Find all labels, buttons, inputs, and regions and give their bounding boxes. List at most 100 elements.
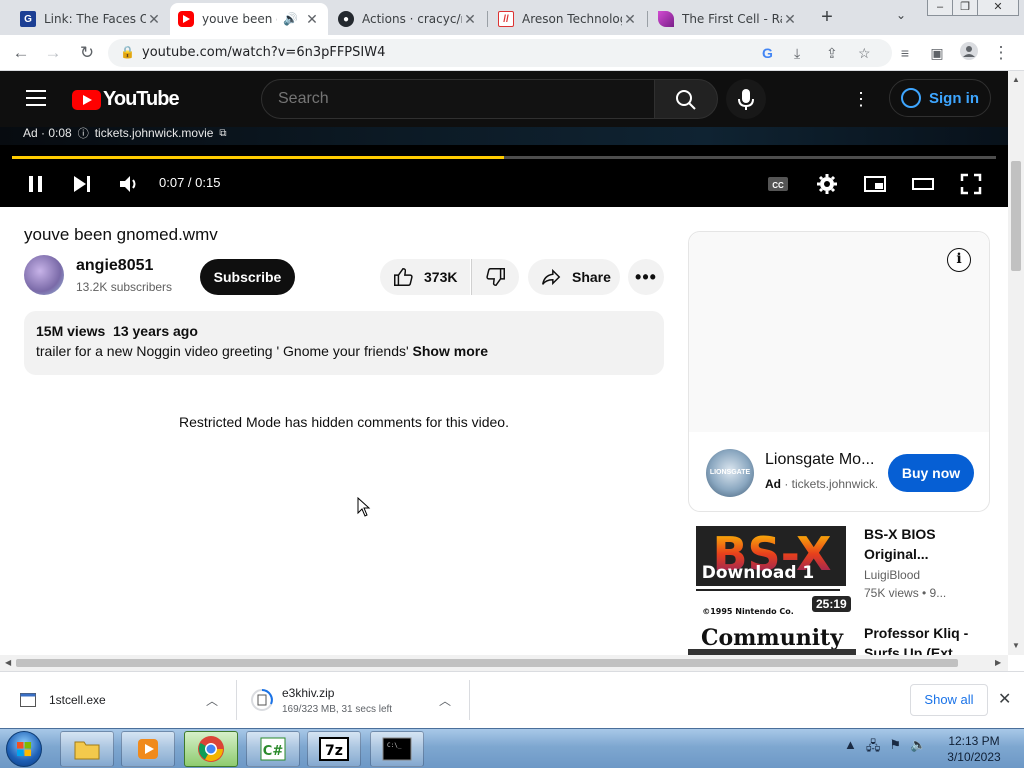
close-window-icon[interactable]: ✕ <box>977 0 1019 16</box>
download-options-chevron-icon[interactable]: ︿ <box>206 692 218 709</box>
start-button[interactable] <box>6 731 42 767</box>
search-button[interactable] <box>654 79 718 119</box>
clock-time: 12:13 PM <box>948 734 1000 748</box>
install-app-icon[interactable]: ⤓ <box>794 45 800 62</box>
close-tab-icon[interactable]: ✕ <box>146 11 162 28</box>
show-hidden-icons-icon[interactable]: ▲ <box>844 737 857 759</box>
ad-badge: Ad · 0:08 ⓘ tickets.johnwick.movie ⧉ <box>23 125 227 141</box>
ad-media-area[interactable] <box>689 232 989 432</box>
chrome-menu-icon[interactable]: ⋮ <box>990 42 1012 64</box>
tab-link-faces[interactable]: G Link: The Faces Of ✕ <box>12 3 170 35</box>
taskbar-explorer[interactable] <box>60 731 114 767</box>
dislike-button[interactable] <box>471 259 519 295</box>
taskbar-media-player[interactable] <box>121 731 175 767</box>
description-box[interactable]: 15M views 13 years ago trailer for a new… <box>24 311 664 375</box>
volume-tray-icon[interactable]: 🔈 <box>910 737 926 759</box>
captions-icon[interactable]: CC <box>766 172 790 196</box>
video-thumbnail[interactable]: Community <box>688 623 856 655</box>
tab-areson[interactable]: // Areson Technology ✕ <box>490 3 646 35</box>
taskbar-7zip[interactable]: 7z <box>307 731 361 767</box>
taskbar-csharp[interactable]: C# <box>246 731 300 767</box>
address-bar[interactable]: 🔒 youtube.com/watch?v=6n3pFFPSIW4 G ⤓ ⇪ … <box>108 39 892 67</box>
network-icon[interactable]: 🖧 <box>866 737 881 759</box>
audio-playing-icon[interactable]: 🔊 <box>283 12 298 26</box>
ad-info-icon[interactable]: ⓘ <box>78 125 89 141</box>
show-all-downloads-button[interactable]: Show all <box>910 684 988 716</box>
tab-github-actions[interactable]: ● Actions · cracyc/m ✕ <box>330 3 486 35</box>
miniplayer-icon[interactable] <box>863 172 887 196</box>
restore-window-icon[interactable]: ❐ <box>952 0 978 16</box>
channel-avatar[interactable] <box>24 255 64 295</box>
reload-icon[interactable]: ↻ <box>76 42 98 64</box>
next-video-icon[interactable] <box>70 172 94 196</box>
fullscreen-icon[interactable] <box>959 172 983 196</box>
advertiser-name[interactable]: Lionsgate Mo... <box>765 451 881 469</box>
progress-bar[interactable] <box>12 156 996 159</box>
more-horizontal-icon: ••• <box>635 266 657 287</box>
close-tab-icon[interactable]: ✕ <box>622 11 638 28</box>
minimize-window-icon[interactable]: – <box>927 0 953 16</box>
recommended-video[interactable]: BS-X Download 1 ©1995 Nintendo Co. 25:19… <box>688 524 998 620</box>
pause-icon[interactable] <box>24 172 48 196</box>
close-tab-icon[interactable]: ✕ <box>462 11 478 28</box>
more-actions-button[interactable]: ••• <box>628 259 664 295</box>
sidebar-ad-card[interactable]: i LIONSGATE Lionsgate Mo... Ad · tickets… <box>688 231 990 512</box>
tab-first-cell[interactable]: The First Cell - Ra ✕ <box>650 3 806 35</box>
back-icon[interactable]: ← <box>10 42 32 64</box>
like-button[interactable]: 373K <box>380 259 470 295</box>
tab-search-chevron-icon[interactable]: ⌄ <box>896 8 906 22</box>
download-item[interactable]: e3khiv.zip 169/323 MB, 31 secs left <box>250 672 460 728</box>
google-lens-icon[interactable]: G <box>762 45 773 61</box>
vertical-scrollbar[interactable]: ▲ ▼ <box>1008 71 1024 655</box>
horizontal-scroll-thumb[interactable] <box>16 659 958 667</box>
taskbar-chrome[interactable] <box>184 731 238 767</box>
profile-avatar-icon[interactable] <box>958 42 980 64</box>
buy-now-button[interactable]: Buy now <box>888 454 974 492</box>
guide-menu-icon[interactable] <box>26 90 46 106</box>
media-controls-icon[interactable]: ≡ <box>894 42 916 64</box>
settings-kebab-icon[interactable]: ⋮ <box>852 89 870 109</box>
scroll-down-icon[interactable]: ▼ <box>1012 641 1020 650</box>
volume-icon[interactable] <box>117 172 141 196</box>
forward-icon[interactable]: → <box>42 42 64 64</box>
recommended-video[interactable]: Community Professor Kliq - Surfs Up (Ext… <box>688 623 998 655</box>
show-more-link[interactable]: Show more <box>413 343 488 359</box>
tab-youtube[interactable]: youve been gnomed 🔊 ✕ <box>170 3 328 35</box>
scroll-up-icon[interactable]: ▲ <box>1012 75 1020 84</box>
search-input[interactable] <box>278 89 638 109</box>
subscribe-button[interactable]: Subscribe <box>200 259 295 295</box>
sign-in-button[interactable]: Sign in <box>889 79 991 117</box>
close-shelf-icon[interactable]: ✕ <box>998 689 1011 709</box>
advertiser-logo[interactable]: LIONSGATE <box>706 449 754 497</box>
youtube-logo[interactable]: YouTube <box>72 88 180 111</box>
horizontal-scrollbar[interactable]: ◀ ▶ <box>0 655 1008 671</box>
page-viewport: YouTube ⋮ Sign in Ad · 0:08 ⓘ tickets.jo… <box>0 71 1008 655</box>
ad-domain-link[interactable]: tickets.johnwick.movie <box>95 126 214 140</box>
settings-gear-icon[interactable] <box>815 172 839 196</box>
theater-mode-icon[interactable] <box>911 172 935 196</box>
channel-name[interactable]: angie8051 <box>76 257 153 275</box>
taskbar-command-prompt[interactable]: C:\_ <box>370 731 424 767</box>
url-text[interactable]: youtube.com/watch?v=6n3pFFPSIW4 <box>142 45 385 60</box>
side-panel-icon[interactable]: ▣ <box>926 42 948 64</box>
download-options-chevron-icon[interactable]: ︿ <box>439 692 451 709</box>
recommended-channel[interactable]: LuigiBlood <box>864 568 920 582</box>
recommended-title[interactable]: Professor Kliq - Surfs Up (Ext... <box>864 623 984 655</box>
system-clock[interactable]: 12:13 PM 3/10/2023 <box>944 733 1004 765</box>
recommended-title[interactable]: BS-X BIOS Original... <box>864 524 984 564</box>
share-page-icon[interactable]: ⇪ <box>826 45 838 62</box>
scroll-right-icon[interactable]: ▶ <box>995 658 1001 667</box>
bookmark-star-icon[interactable]: ☆ <box>858 45 871 62</box>
video-player[interactable]: Ad · 0:08 ⓘ tickets.johnwick.movie ⧉ 0:0… <box>0 125 1008 207</box>
new-tab-icon[interactable]: + <box>816 7 838 29</box>
close-tab-icon[interactable]: ✕ <box>304 11 320 28</box>
share-button[interactable]: Share <box>528 259 620 295</box>
download-item[interactable]: 1stcell.exe <box>20 672 230 728</box>
close-tab-icon[interactable]: ✕ <box>782 11 798 28</box>
action-center-flag-icon[interactable]: ⚑ <box>889 737 901 759</box>
lock-icon[interactable]: 🔒 <box>120 45 135 59</box>
voice-search-button[interactable] <box>726 79 766 119</box>
vertical-scroll-thumb[interactable] <box>1011 161 1021 271</box>
scroll-left-icon[interactable]: ◀ <box>5 658 11 667</box>
ad-info-icon[interactable]: i <box>947 248 971 272</box>
